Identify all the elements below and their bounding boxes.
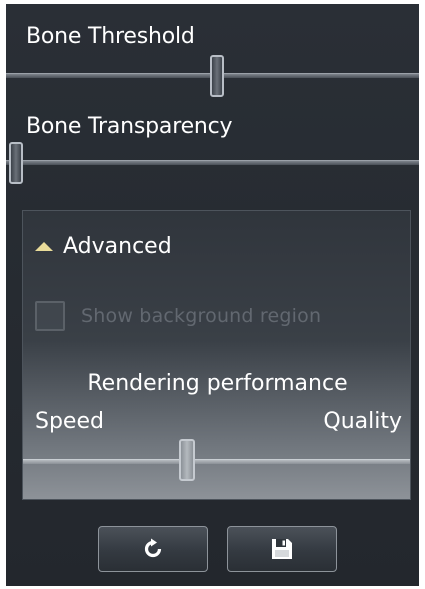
save-icon <box>272 539 292 559</box>
triangle-up-icon[interactable] <box>35 241 53 251</box>
bone-settings-panel: Bone Threshold Bone Transparency Advance… <box>6 4 419 586</box>
bone-threshold-slider-thumb[interactable] <box>210 55 224 97</box>
save-button[interactable] <box>227 526 337 572</box>
quality-label: Quality <box>323 409 402 434</box>
bone-threshold-label: Bone Threshold <box>26 24 195 49</box>
advanced-expander[interactable]: Advanced <box>35 231 172 261</box>
bone-transparency-slider-track[interactable] <box>6 160 419 165</box>
background-region-option: Show background region <box>35 301 321 331</box>
background-region-checkbox-label: Show background region <box>81 305 322 327</box>
rendering-performance-title: Rendering performance <box>87 371 348 396</box>
bone-transparency-label: Bone Transparency <box>26 114 233 139</box>
background-region-checkbox[interactable] <box>35 301 65 331</box>
reset-icon <box>144 538 162 558</box>
rendering-performance-slider-thumb[interactable] <box>179 439 195 481</box>
rendering-performance-slider-track[interactable] <box>23 459 410 464</box>
reset-button[interactable] <box>98 526 208 572</box>
advanced-title: Advanced <box>63 233 172 259</box>
advanced-group: Advanced Show background region Renderin… <box>22 210 411 500</box>
bone-transparency-slider-thumb[interactable] <box>9 142 23 184</box>
speed-label: Speed <box>35 409 104 434</box>
